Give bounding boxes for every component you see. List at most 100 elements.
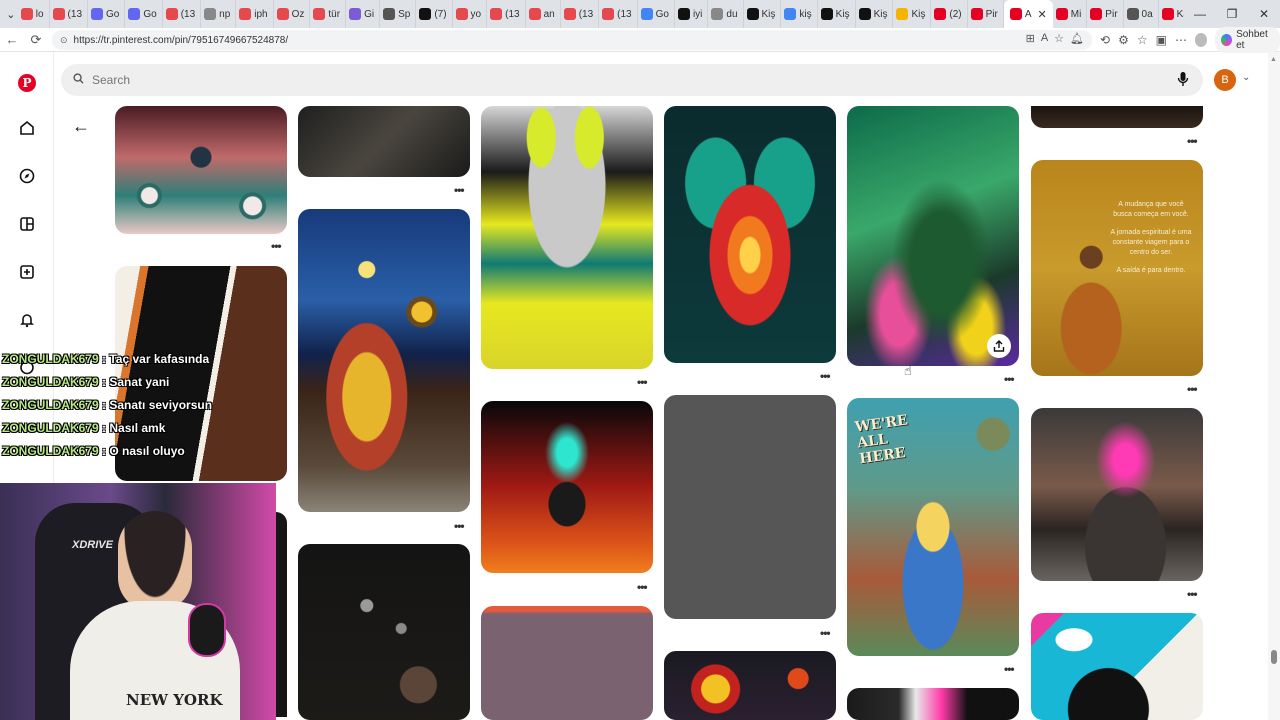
tab[interactable]: Oz (274, 0, 311, 28)
tab[interactable]: 0a (1124, 0, 1159, 28)
tab[interactable]: (2) (931, 0, 968, 28)
tab[interactable]: Pir (1087, 0, 1124, 28)
stream-chat-overlay: ZONGULDAK679 : Taç var kafasında ZONGULDA… (2, 344, 282, 467)
tab[interactable]: Go (88, 0, 126, 28)
page-scrollbar[interactable]: ▲ (1268, 52, 1280, 720)
pin-more-options-icon[interactable]: ••• (820, 626, 831, 640)
tab[interactable]: (13 (163, 0, 202, 28)
maximize-icon[interactable]: ❐ (1216, 0, 1248, 28)
pinterest-logo-icon[interactable]: P (14, 70, 40, 96)
scroll-thumb[interactable] (1271, 650, 1277, 664)
bell-notify-icon[interactable]: 🔔︎ (1070, 32, 1084, 45)
tab[interactable]: Mi (1053, 0, 1088, 28)
favorite-star-icon[interactable]: ☆ (1054, 32, 1064, 45)
pin-more-options-icon[interactable]: ••• (637, 580, 648, 594)
pin-more-options-icon[interactable]: ••• (1187, 382, 1198, 396)
tab[interactable]: tür (310, 0, 347, 28)
pin-more-options-icon[interactable]: ••• (1187, 134, 1198, 148)
create-plus-icon[interactable] (14, 259, 40, 285)
tab[interactable]: Go (125, 0, 163, 28)
tab[interactable]: Kiş (744, 0, 782, 28)
home-icon[interactable] (14, 115, 40, 141)
pin-more-options-icon[interactable]: ••• (454, 519, 465, 533)
refresh-extension-icon[interactable]: ⟲ (1100, 33, 1110, 47)
pin-dark-dress-image[interactable] (298, 106, 470, 177)
tab[interactable]: (13 (599, 0, 638, 28)
pin-meditation-quote-image[interactable]: A mudança que você busca começa em você.… (1031, 160, 1203, 376)
pin-more-options-icon[interactable]: ••• (454, 183, 465, 197)
tab-favicon-icon (455, 8, 468, 20)
search-bar[interactable]: Search (61, 64, 1203, 96)
translate-icon[interactable]: A (1041, 32, 1048, 45)
close-tab-icon[interactable]: ✕ (1038, 8, 1047, 21)
pin-purple-placeholder-image[interactable] (481, 606, 653, 720)
tab-active[interactable]: A ✕ (1003, 0, 1053, 28)
back-arrow-icon[interactable]: ← (72, 116, 90, 137)
minimize-icon[interactable]: — (1184, 0, 1216, 28)
tab[interactable]: (7) (416, 0, 453, 28)
account-chevron-down-icon[interactable]: ⌄ (1242, 72, 1250, 83)
collections-icon[interactable]: ▣ (1156, 33, 1167, 47)
pin-mandala-image[interactable] (664, 651, 836, 720)
close-window-icon[interactable]: ✕ (1248, 0, 1280, 28)
microphone-icon[interactable] (1177, 71, 1189, 90)
pin-more-options-icon[interactable]: ••• (820, 369, 831, 383)
tab[interactable]: Kiş (818, 0, 856, 28)
tab[interactable]: (13 (487, 0, 526, 28)
pin-more-options-icon[interactable]: ••• (271, 239, 282, 253)
site-info-icon[interactable]: ⊙ (60, 35, 68, 46)
tab[interactable]: (13 (50, 0, 88, 28)
tab[interactable]: du (708, 0, 744, 28)
profile-avatar[interactable] (1194, 33, 1208, 47)
copilot-button[interactable]: Sohbet et (1215, 27, 1280, 53)
more-menu-icon[interactable]: ⋯ (1175, 33, 1187, 47)
tab-favicon-icon (1161, 8, 1174, 20)
pin-butterfly-hand-image[interactable] (298, 544, 470, 720)
tab[interactable]: Kiş (893, 0, 932, 28)
tab[interactable]: lo (18, 0, 50, 28)
url-bar[interactable]: ⊙ https://tr.pinterest.com/pin/795167496… (52, 30, 1092, 50)
extensions-icon[interactable]: ⚙ (1118, 33, 1129, 47)
pin-yellow-headphones-girl-image[interactable] (481, 106, 653, 369)
pin-psychedelic-image[interactable] (847, 106, 1019, 366)
pin-eyeballs-image[interactable] (115, 106, 287, 234)
app-available-icon[interactable]: ⊞ (1026, 32, 1035, 45)
tab-favicon-icon (490, 8, 503, 20)
pin-dark-hands-image[interactable] (1031, 106, 1203, 128)
tab[interactable]: kiş (781, 0, 818, 28)
tab[interactable]: Sp (380, 0, 417, 28)
user-avatar[interactable]: B (1214, 69, 1236, 91)
pin-colorful-face-image[interactable] (847, 688, 1019, 720)
pin-starry-night-room-image[interactable] (298, 209, 470, 512)
pin-pop-art-woman-image[interactable] (1031, 613, 1203, 720)
pin-more-options-icon[interactable]: ••• (637, 375, 648, 389)
pin-heart-art-image[interactable] (664, 106, 836, 363)
tab[interactable]: Pir (968, 0, 1004, 28)
tab-list-menu-icon[interactable]: ⌄ (4, 0, 18, 28)
tab[interactable]: iyi (675, 0, 709, 28)
scroll-up-icon[interactable]: ▲ (1270, 56, 1277, 63)
reload-icon[interactable]: ⟳ (24, 28, 48, 52)
share-icon[interactable] (987, 334, 1011, 358)
tab[interactable]: iph (236, 0, 274, 28)
tab[interactable]: an (526, 0, 561, 28)
pin-more-options-icon[interactable]: ••• (1187, 587, 1198, 601)
explore-compass-icon[interactable] (14, 163, 40, 189)
pin-loft-interior-image[interactable] (1031, 408, 1203, 581)
notifications-bell-icon[interactable] (14, 307, 40, 333)
pin-gray-loading-image[interactable] (664, 395, 836, 619)
tab[interactable]: Gi (346, 0, 381, 28)
favorites-icon[interactable]: ☆ (1137, 33, 1148, 47)
back-nav-icon[interactable]: ← (0, 28, 24, 52)
tab[interactable]: Go (638, 0, 675, 28)
boards-grid-icon[interactable] (14, 211, 40, 237)
pin-tea-cup-hands-image[interactable] (481, 401, 653, 573)
tab[interactable]: yo (453, 0, 488, 28)
tab[interactable]: np (201, 0, 237, 28)
pin-dark-image[interactable] (276, 512, 287, 717)
tab[interactable]: Kiş (856, 0, 894, 28)
tab[interactable]: (13 (561, 0, 600, 28)
pin-more-options-icon[interactable]: ••• (1004, 662, 1015, 676)
pin-more-options-icon[interactable]: ••• (1004, 372, 1015, 386)
pin-alice-image[interactable]: WE'RE ALL HERE (847, 398, 1019, 656)
